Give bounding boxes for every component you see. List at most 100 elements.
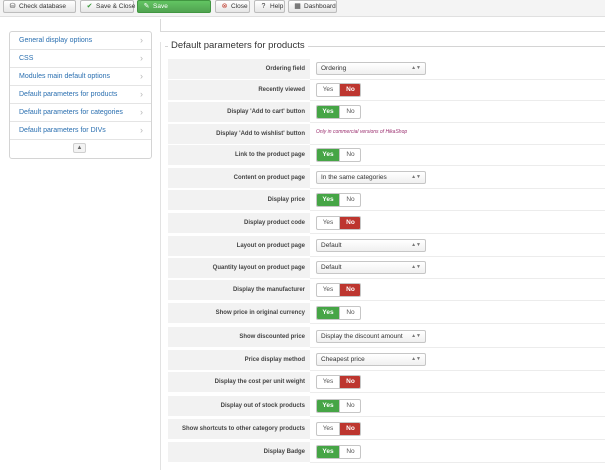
chevron-right-icon: › (140, 71, 143, 81)
no-option[interactable]: No (339, 149, 360, 161)
no-option[interactable]: No (339, 446, 360, 458)
layout-product-page-select[interactable]: Default ▲▼ (316, 239, 426, 252)
row-label: Display product code (168, 213, 310, 234)
edit-icon: ✎ (143, 3, 150, 10)
sidebar-item-categories[interactable]: Default parameters for categories › (10, 104, 151, 122)
collapse-icon: ▲ (76, 145, 83, 151)
select-value: Display the discount amount (321, 333, 403, 340)
collapse-button[interactable]: ▲ (73, 143, 86, 153)
yes-option[interactable]: Yes (317, 217, 339, 229)
display-product-code-toggle[interactable]: Yes No (316, 216, 361, 230)
no-option[interactable]: No (339, 194, 360, 206)
check-database-button[interactable]: ⛁ Check database (3, 0, 76, 13)
row-out-of-stock: Display out of stock products Yes No (168, 396, 605, 417)
no-option[interactable]: No (339, 84, 360, 96)
sidebar-item-divs[interactable]: Default parameters for DIVs › (10, 122, 151, 140)
row-label: Display price (168, 190, 310, 211)
out-of-stock-toggle[interactable]: Yes No (316, 399, 361, 413)
row-ordering-field: Ordering field Ordering ▲▼ (168, 59, 605, 80)
no-option[interactable]: No (339, 307, 360, 319)
yes-option[interactable]: Yes (317, 149, 339, 161)
yes-option[interactable]: Yes (317, 307, 339, 319)
close-icon: ⊗ (221, 3, 228, 10)
row-add-to-cart: Display 'Add to cart' button Yes No (168, 102, 605, 123)
row-display-product-code: Display product code Yes No (168, 213, 605, 234)
chevron-right-icon: › (140, 89, 143, 99)
ordering-field-select[interactable]: Ordering ▲▼ (316, 62, 426, 75)
select-value: Cheapest price (321, 356, 365, 363)
row-label: Display the cost per unit weight (168, 372, 310, 393)
yes-option[interactable]: Yes (317, 106, 339, 118)
select-value: Default (321, 264, 342, 271)
display-badge-toggle[interactable]: Yes No (316, 445, 361, 459)
top-frame (160, 19, 605, 32)
category-shortcuts-toggle[interactable]: Yes No (316, 422, 361, 436)
yes-option[interactable]: Yes (317, 194, 339, 206)
link-product-page-toggle[interactable]: Yes No (316, 148, 361, 162)
dashboard-label: Dashboard (304, 3, 336, 10)
check-icon: ✔ (86, 3, 93, 10)
row-label: Show price in original currency (168, 303, 310, 324)
yes-option[interactable]: Yes (317, 423, 339, 435)
yes-option[interactable]: Yes (317, 446, 339, 458)
price-display-method-select[interactable]: Cheapest price ▲▼ (316, 353, 426, 366)
toolbar: ⛁ Check database ✔ Save & Close ✎ Save ⊗… (0, 0, 605, 17)
yes-option[interactable]: Yes (317, 284, 339, 296)
discounted-price-select[interactable]: Display the discount amount ▲▼ (316, 330, 426, 343)
row-original-currency: Show price in original currency Yes No (168, 303, 605, 324)
no-option[interactable]: No (339, 400, 360, 412)
quantity-layout-select[interactable]: Default ▲▼ (316, 261, 426, 274)
no-option[interactable]: No (339, 376, 360, 388)
sidebar-item-modules[interactable]: Modules main default options › (10, 68, 151, 86)
sidebar-item-css[interactable]: CSS › (10, 50, 151, 68)
yes-option[interactable]: Yes (317, 84, 339, 96)
close-button[interactable]: ⊗ Close (215, 0, 250, 13)
sidebar-item-products[interactable]: Default parameters for products › (10, 86, 151, 104)
sidebar-item-general-display[interactable]: General display options › (10, 32, 151, 50)
yes-option[interactable]: Yes (317, 376, 339, 388)
row-label: Display out of stock products (168, 396, 310, 417)
row-label: Content on product page (168, 168, 310, 189)
no-option[interactable]: No (339, 284, 360, 296)
row-label: Show shortcuts to other category product… (168, 419, 310, 440)
display-manufacturer-toggle[interactable]: Yes No (316, 283, 361, 297)
row-label: Link to the product page (168, 145, 310, 166)
original-currency-toggle[interactable]: Yes No (316, 306, 361, 320)
chevron-right-icon: › (140, 125, 143, 135)
help-label: Help (270, 3, 284, 10)
close-label: Close (231, 3, 248, 10)
sidebar-item-label: Default parameters for categories (19, 109, 123, 116)
select-arrows-icon: ▲▼ (411, 242, 421, 248)
yes-option[interactable]: Yes (317, 400, 339, 412)
no-option[interactable]: No (339, 106, 360, 118)
select-value: Default (321, 242, 342, 249)
sidebar-item-label: Default parameters for DIVs (19, 127, 106, 134)
save-close-button[interactable]: ✔ Save & Close (80, 0, 136, 13)
row-label: Display the manufacturer (168, 280, 310, 301)
recently-viewed-toggle[interactable]: Yes No (316, 83, 361, 97)
chevron-right-icon: › (140, 107, 143, 117)
row-label: Display 'Add to cart' button (168, 102, 310, 123)
cost-per-unit-weight-toggle[interactable]: Yes No (316, 375, 361, 389)
row-link-product-page: Link to the product page Yes No (168, 145, 605, 166)
sidebar-item-label: General display options (19, 37, 93, 44)
row-category-shortcuts: Show shortcuts to other category product… (168, 419, 605, 440)
add-to-cart-toggle[interactable]: Yes No (316, 105, 361, 119)
row-label: Quantity layout on product page (168, 258, 310, 279)
row-label: Ordering field (168, 59, 310, 80)
no-option[interactable]: No (339, 423, 360, 435)
no-option[interactable]: No (339, 217, 360, 229)
select-arrows-icon: ▲▼ (411, 174, 421, 180)
database-icon: ⛁ (9, 3, 16, 10)
save-close-label: Save & Close (96, 3, 136, 10)
display-price-toggle[interactable]: Yes No (316, 193, 361, 207)
row-label: Price display method (168, 350, 310, 371)
select-value: In the same categories (321, 174, 387, 181)
row-label: Display 'Add to wishlist' button (168, 124, 310, 145)
dashboard-button[interactable]: ▦ Dashboard (288, 0, 337, 13)
content-product-page-select[interactable]: In the same categories ▲▼ (316, 171, 426, 184)
row-content-product-page: Content on product page In the same cate… (168, 168, 605, 189)
save-button[interactable]: ✎ Save (137, 0, 211, 13)
commercial-note: Only in commercial versions of HikaShop (316, 129, 408, 135)
help-button[interactable]: ? Help (254, 0, 285, 13)
